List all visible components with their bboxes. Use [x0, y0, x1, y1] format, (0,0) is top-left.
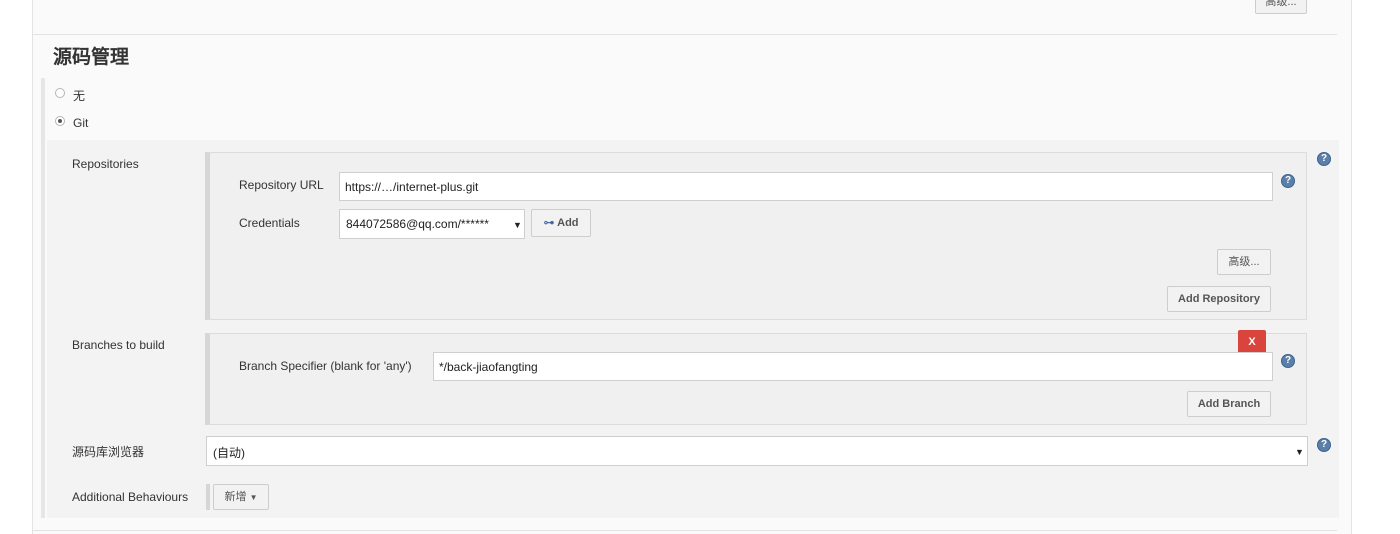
delete-branch-button[interactable]: X — [1238, 330, 1266, 354]
additional-behaviours-label: Additional Behaviours — [72, 490, 189, 504]
repo-browser-chevron-down-icon: ▼ — [1295, 447, 1304, 457]
section-title: 源码管理 — [53, 47, 130, 68]
add-behaviour-button[interactable]: 新增 ▼ — [213, 484, 269, 510]
add-credentials-label: Add — [557, 217, 579, 229]
repository-url-label: Repository URL — [239, 178, 324, 192]
credentials-chevron-down-icon: ▼ — [513, 220, 522, 230]
branch-specifier-label: Branch Specifier (blank for 'any') — [239, 359, 412, 373]
scm-radio-none[interactable] — [55, 88, 65, 98]
branch-specifier-input[interactable]: */back-jiaofangting — [433, 352, 1273, 381]
repo-advanced-button[interactable]: 高级... — [1217, 249, 1271, 275]
branches-label: Branches to build — [72, 338, 165, 352]
repository-url-help-icon[interactable]: ? — [1281, 174, 1295, 188]
add-credentials-button[interactable]: ⊶ Add — [531, 209, 591, 237]
add-behaviour-label: 新增 — [224, 491, 247, 503]
credentials-select[interactable]: 844072586@qq.com/****** — [339, 209, 525, 239]
credentials-label: Credentials — [239, 216, 300, 230]
top-advanced-button[interactable]: 高级... — [1255, 0, 1307, 14]
scm-left-bar — [41, 78, 45, 518]
repo-browser-select[interactable]: (自动) — [206, 436, 1308, 466]
scm-panel: 高级... 源码管理 无 Git Repositories Repository… — [32, 0, 1352, 534]
scm-radio-git[interactable] — [55, 116, 65, 126]
add-repository-button[interactable]: Add Repository — [1167, 286, 1271, 312]
repo-browser-label: 源码库浏览器 — [72, 445, 145, 459]
branch-specifier-help-icon[interactable]: ? — [1281, 354, 1295, 368]
repositories-help-icon[interactable]: ? — [1317, 152, 1331, 166]
repository-url-input[interactable]: https://…/internet-plus.git — [339, 172, 1273, 201]
credentials-value: 844072586@qq.com/****** — [346, 217, 489, 231]
bottom-divider — [33, 530, 1337, 531]
repo-browser-help-icon[interactable]: ? — [1317, 438, 1331, 452]
add-branch-button[interactable]: Add Branch — [1187, 391, 1271, 417]
additional-behaviours-bar — [206, 484, 210, 510]
scm-option-git-label: Git — [73, 116, 89, 130]
chevron-down-icon: ▼ — [249, 493, 258, 502]
repo-browser-value: (自动) — [213, 446, 245, 460]
top-divider — [33, 34, 1337, 35]
repositories-label: Repositories — [72, 157, 139, 171]
scm-option-none-label: 无 — [73, 89, 86, 103]
key-icon: ⊶ — [543, 217, 555, 229]
